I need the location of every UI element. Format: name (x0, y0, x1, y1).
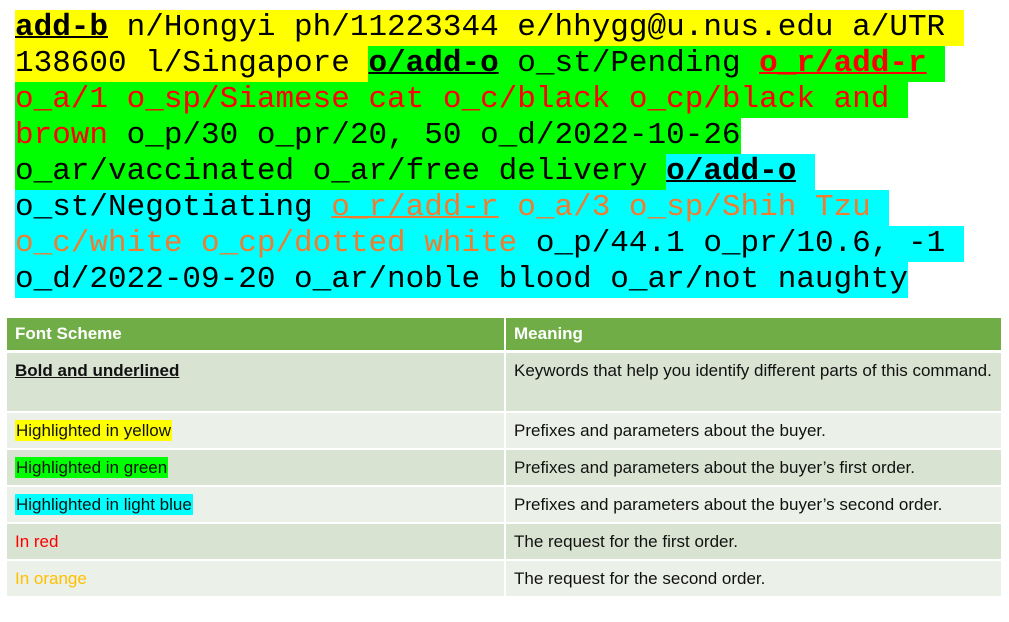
command-segment: o_r/add-r (331, 190, 499, 226)
table-row: Highlighted in light blue Prefixes and p… (7, 487, 1001, 524)
command-segment: n/Hongyi ph/11223344 e/hhygg@u.nus.edu a… (108, 10, 964, 46)
command-line: brown o_p/30 o_pr/20, 50 o_d/2022-10-26 (15, 118, 964, 154)
table-row: In red The request for the first order. (7, 524, 1001, 561)
command-segment: brown (15, 118, 109, 154)
command-segment: o_c/white o_cp/dotted white (15, 226, 518, 262)
command-line: o_st/Negotiating o_r/add-r o_a/3 o_sp/Sh… (15, 190, 964, 226)
command-keyword: add-b (15, 10, 109, 46)
command-segment: o_a/1 o_sp/Siamese cat o_c/black o_cp/bl… (15, 82, 908, 118)
command-segment: o_p/44.1 o_pr/10.6, -1 (517, 226, 964, 262)
header-meaning: Meaning (506, 318, 1001, 353)
command-line: o_c/white o_cp/dotted white o_p/44.1 o_p… (15, 226, 964, 262)
command-segment: 138600 l/Singapore (15, 46, 369, 82)
command-keyword: o/add-o (666, 154, 797, 190)
scheme-red: In red (15, 532, 59, 551)
meaning-cell: Prefixes and parameters about the buyer’… (506, 450, 1001, 487)
table-row: Highlighted in green Prefixes and parame… (7, 450, 1001, 487)
header-font-scheme: Font Scheme (7, 318, 506, 353)
command-keyword: o/add-o (368, 46, 499, 82)
table-row: Highlighted in yellow Prefixes and param… (7, 413, 1001, 450)
command-keyword: o_r/add-r (759, 46, 927, 82)
scheme-orange: In orange (15, 569, 87, 588)
command-segment: o_st/Negotiating (15, 190, 332, 226)
command-line: o_d/2022-09-20 o_ar/noble blood o_ar/not… (15, 262, 964, 298)
scheme-light-blue: Highlighted in light blue (15, 494, 193, 515)
command-segment: o_ar/vaccinated o_ar/free delivery (15, 154, 667, 190)
command-segment: o_st/Pending (498, 46, 760, 82)
meaning-cell: Prefixes and parameters about the buyer’… (506, 487, 1001, 524)
scheme-yellow: Highlighted in yellow (15, 420, 172, 441)
command-line: 138600 l/Singapore o/add-o o_st/Pending … (15, 46, 964, 82)
table-row: In orange The request for the second ord… (7, 561, 1001, 598)
command-segment: o_a/3 o_sp/Shih Tzu (498, 190, 890, 226)
command-line: o_ar/vaccinated o_ar/free delivery o/add… (15, 154, 964, 190)
table-row: Bold and underlined Keywords that help y… (7, 353, 1001, 413)
command-segment: o_p/30 o_pr/20, 50 o_d/2022-10-26 (108, 118, 741, 154)
scheme-bold-underlined: Bold and underlined (15, 361, 180, 380)
meaning-cell: Keywords that help you identify differen… (506, 353, 1001, 413)
command-line: o_a/1 o_sp/Siamese cat o_c/black o_cp/bl… (15, 82, 964, 118)
meaning-cell: The request for the first order. (506, 524, 1001, 561)
meaning-cell: The request for the second order. (506, 561, 1001, 598)
command-segment: o_d/2022-09-20 o_ar/noble blood o_ar/not… (15, 262, 908, 298)
command-line: add-b n/Hongyi ph/11223344 e/hhygg@u.nus… (15, 10, 964, 46)
meaning-cell: Prefixes and parameters about the buyer. (506, 413, 1001, 450)
table-header-row: Font Scheme Meaning (7, 318, 1001, 353)
command-segment (796, 154, 815, 190)
font-scheme-legend-table: Font Scheme Meaning Bold and underlined … (7, 318, 1001, 598)
scheme-green: Highlighted in green (15, 457, 169, 478)
command-segment (926, 46, 946, 82)
command-example: add-b n/Hongyi ph/11223344 e/hhygg@u.nus… (15, 10, 964, 298)
